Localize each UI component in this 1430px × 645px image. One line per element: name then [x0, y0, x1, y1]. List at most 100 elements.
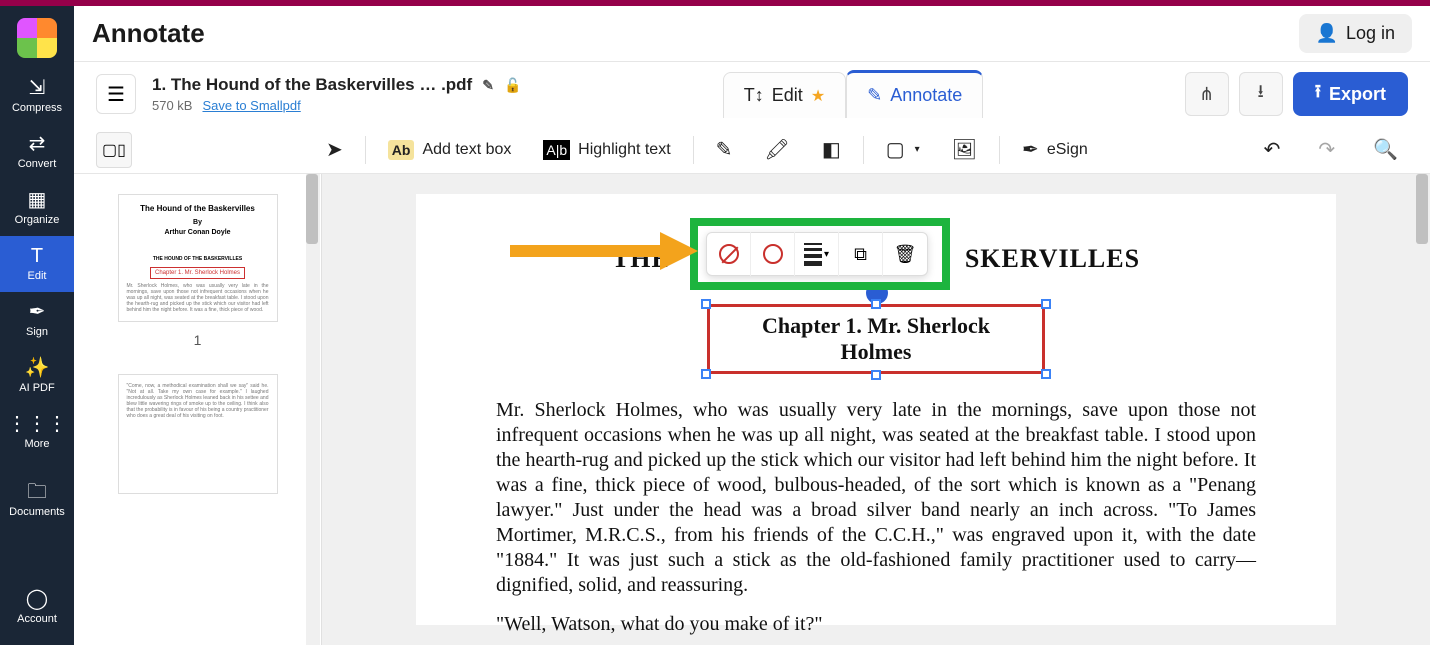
undo-icon: ↶ — [1264, 137, 1281, 162]
undo-button[interactable]: ↶ — [1254, 131, 1291, 168]
thumb-body-preview: "Come, now, a methodical examination sha… — [127, 383, 269, 419]
login-label: Log in — [1346, 23, 1395, 44]
resize-handle-s[interactable] — [871, 370, 881, 380]
ai-pdf-icon: ✨ — [25, 358, 50, 378]
chevron-down-icon: ▾ — [915, 144, 920, 155]
image-tool[interactable]: 🖼 — [942, 131, 987, 168]
convert-icon: ⇄ — [29, 134, 46, 154]
add-text-box-tool[interactable]: Ab Add text box — [378, 134, 522, 166]
marker-icon: 🖍 — [764, 137, 789, 162]
thumbnail-page-1[interactable]: The Hound of the Baskervilles By Arthur … — [118, 194, 278, 322]
tab-edit[interactable]: T↕ Edit ★ — [723, 72, 846, 118]
export-icon: ⭱ — [1315, 79, 1321, 109]
divider — [863, 136, 864, 164]
edit-text-icon: T↕ — [744, 85, 764, 106]
mode-tabs: T↕ Edit ★ ✎ Annotate — [723, 70, 984, 118]
thumb-by: By — [193, 218, 202, 228]
left-nav-rail: ⇲ Compress ⇄ Convert ▦ Organize T Edit ✒… — [0, 6, 74, 645]
title-right: SKERVILLES — [965, 244, 1140, 273]
thumbnails-toggle[interactable]: ▢▯ — [96, 132, 132, 168]
resize-handle-ne[interactable] — [1041, 299, 1051, 309]
rail-item-ai-pdf[interactable]: ✨ AI PDF — [0, 348, 74, 404]
highlight-text-label: Highlight text — [578, 141, 671, 159]
redo-button[interactable]: ↷ — [1308, 131, 1345, 168]
login-button[interactable]: 👤 Log in — [1299, 14, 1412, 53]
redo-icon: ↷ — [1318, 137, 1335, 162]
resize-handle-n[interactable] — [871, 299, 881, 309]
rail-item-organize[interactable]: ▦ Organize — [0, 180, 74, 236]
add-text-box-label: Add text box — [422, 141, 511, 159]
rail-item-convert[interactable]: ⇄ Convert — [0, 124, 74, 180]
rail-label: Documents — [9, 506, 65, 518]
esign-label: eSign — [1047, 141, 1088, 159]
rectangle-icon: ▢ — [886, 137, 905, 162]
divider — [999, 136, 1000, 164]
rail-item-more[interactable]: ⋮⋮⋮ More — [0, 404, 74, 460]
resize-handle-nw[interactable] — [701, 299, 711, 309]
signature-icon: ✒︎ — [1022, 137, 1039, 162]
file-name: 1. The Hound of the Baskervilles … .pdf — [152, 75, 472, 95]
rail-item-compress[interactable]: ⇲ Compress — [0, 68, 74, 124]
tutorial-highlight-box — [690, 218, 950, 290]
download-button[interactable]: ⭳ — [1239, 72, 1283, 116]
thumbnail-page-2[interactable]: "Come, now, a methodical examination sha… — [118, 374, 278, 494]
rail-label: Organize — [15, 214, 60, 226]
tab-annotate[interactable]: ✎ Annotate — [846, 70, 983, 118]
cursor-tool[interactable]: ➤ — [316, 131, 353, 168]
chapter-text: Chapter 1. Mr. Sherlock Holmes — [762, 313, 990, 364]
pencil-icon: ✎ — [867, 85, 882, 106]
marker-tool[interactable]: 🖍 — [754, 131, 799, 168]
export-button[interactable]: ⭱ Export — [1293, 72, 1408, 116]
app-logo — [17, 18, 57, 58]
save-to-smallpdf-link[interactable]: Save to Smallpdf — [202, 98, 300, 113]
doc-scrollbar[interactable] — [1416, 174, 1430, 645]
image-icon: 🖼 — [952, 137, 977, 162]
esign-tool[interactable]: ✒︎ eSign — [1012, 131, 1098, 168]
hamburger-menu[interactable]: ☰ — [96, 74, 136, 114]
title-left: THE — [612, 244, 670, 273]
divider — [365, 136, 366, 164]
rail-label: More — [24, 438, 49, 450]
rename-icon[interactable]: ✎ — [482, 77, 494, 94]
pen-tool[interactable]: ✎ — [706, 131, 743, 168]
highlight-icon: A|b — [543, 140, 570, 160]
rail-item-documents[interactable]: 🗀 Documents — [0, 472, 74, 528]
rail-label: Convert — [18, 158, 57, 170]
documents-icon: 🗀 — [27, 482, 47, 502]
tab-edit-label: Edit — [772, 85, 803, 106]
search-button[interactable]: 🔍 — [1363, 131, 1408, 168]
eraser-tool[interactable]: ◧ — [812, 131, 851, 168]
highlight-text-tool[interactable]: A|b Highlight text — [533, 134, 680, 166]
top-bar: Annotate 👤 Log in — [74, 6, 1430, 62]
tab-annotate-label: Annotate — [890, 85, 962, 106]
sign-icon: ✒︎ — [29, 302, 46, 322]
thumbnail-panel[interactable]: The Hound of the Baskervilles By Arthur … — [74, 174, 322, 645]
file-size: 570 kB — [152, 98, 192, 113]
thumb-title: The Hound of the Baskervilles — [140, 203, 255, 214]
cursor-icon: ➤ — [326, 137, 343, 162]
eraser-icon: ◧ — [822, 137, 841, 162]
file-header-row: ☰ 1. The Hound of the Baskervilles … .pd… — [74, 62, 1430, 126]
rectangle-annotation[interactable]: Chapter 1. Mr. Sherlock Holmes — [707, 304, 1045, 374]
shape-tool[interactable]: ▢ ▾ — [876, 131, 930, 168]
lock-icon[interactable]: 🔓 — [504, 77, 521, 94]
rail-item-account[interactable]: ◯ Account — [0, 579, 74, 635]
resize-handle-se[interactable] — [1041, 369, 1051, 379]
thumb-page-number: 1 — [90, 332, 305, 348]
resize-handle-sw[interactable] — [701, 369, 711, 379]
thumb-body-preview: Mr. Sherlock Holmes, who was usually ver… — [127, 283, 269, 313]
account-icon: ◯ — [26, 589, 48, 609]
share-icon: ⋔ — [1199, 84, 1214, 105]
selected-annotation[interactable]: Chapter 1. Mr. Sherlock Holmes — [707, 304, 1045, 374]
paragraph: Mr. Sherlock Holmes, who was usually ver… — [496, 398, 1256, 598]
download-icon: ⭳ — [1258, 79, 1264, 109]
thumb-scrollbar[interactable] — [306, 174, 320, 645]
rail-item-edit[interactable]: T Edit — [0, 236, 74, 292]
search-icon: 🔍 — [1373, 137, 1398, 162]
doc-scroll-handle[interactable] — [1416, 174, 1428, 244]
thumb-scroll-handle[interactable] — [306, 174, 318, 244]
ab-badge-icon: Ab — [388, 140, 415, 160]
share-button[interactable]: ⋔ — [1185, 72, 1229, 116]
rail-item-sign[interactable]: ✒︎ Sign — [0, 292, 74, 348]
export-label: Export — [1329, 84, 1386, 105]
